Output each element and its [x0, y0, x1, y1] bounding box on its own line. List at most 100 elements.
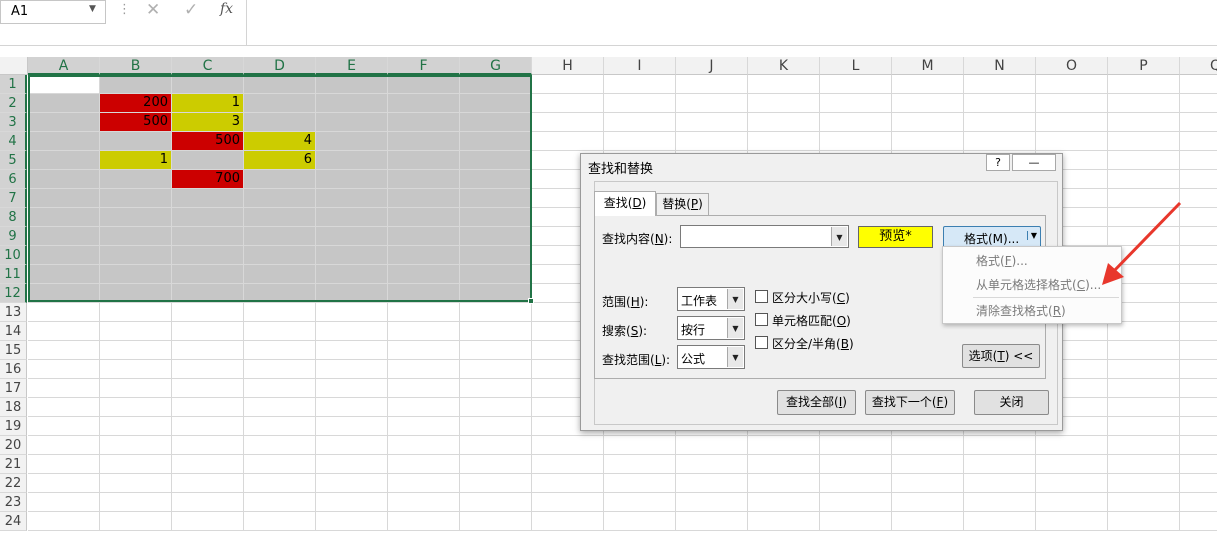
grid-cell[interactable]	[1180, 417, 1217, 436]
grid-cell[interactable]	[28, 417, 100, 436]
grid-cell[interactable]	[820, 512, 892, 531]
grid-cell[interactable]	[748, 474, 820, 493]
grid-cell[interactable]	[532, 94, 604, 113]
chevron-down-icon[interactable]: ▼	[727, 318, 743, 338]
grid-cell[interactable]	[1180, 151, 1217, 170]
grid-cell[interactable]	[1108, 151, 1180, 170]
grid-cell[interactable]	[388, 493, 460, 512]
grid-cell[interactable]	[100, 341, 172, 360]
grid-cell[interactable]	[388, 436, 460, 455]
grid-cell[interactable]	[244, 493, 316, 512]
grid-cell[interactable]	[460, 493, 532, 512]
grid-cell[interactable]	[1108, 379, 1180, 398]
help-button[interactable]: ?	[986, 154, 1010, 171]
grid-cell[interactable]	[532, 132, 604, 151]
fill-handle[interactable]	[528, 298, 534, 304]
row-header[interactable]: 22	[0, 474, 27, 493]
row-header[interactable]: 17	[0, 379, 27, 398]
grid-cell[interactable]	[100, 360, 172, 379]
grid-cell[interactable]	[604, 493, 676, 512]
grid-cell[interactable]	[244, 341, 316, 360]
grid-cell[interactable]	[820, 436, 892, 455]
grid-cell[interactable]	[388, 341, 460, 360]
grid-cell[interactable]	[1036, 94, 1108, 113]
grid-cell[interactable]	[964, 474, 1036, 493]
grid-cell[interactable]	[100, 493, 172, 512]
grid-cell[interactable]	[1180, 113, 1217, 132]
row-header[interactable]: 11	[0, 265, 27, 284]
grid-cell[interactable]	[388, 474, 460, 493]
grid-cell[interactable]	[244, 474, 316, 493]
row-header[interactable]: 8	[0, 208, 27, 227]
grid-cell[interactable]	[388, 417, 460, 436]
grid-cell[interactable]	[964, 94, 1036, 113]
grid-cell[interactable]	[676, 512, 748, 531]
grid-cell[interactable]	[1180, 398, 1217, 417]
grid-cell[interactable]	[244, 512, 316, 531]
match-entire-checkbox[interactable]	[755, 313, 768, 326]
grid-cell[interactable]	[172, 341, 244, 360]
grid-cell[interactable]	[532, 512, 604, 531]
grid-cell[interactable]	[172, 417, 244, 436]
grid-cell[interactable]	[1108, 170, 1180, 189]
grid-cell[interactable]	[964, 512, 1036, 531]
column-header[interactable]: Q	[1180, 57, 1217, 75]
grid-cell[interactable]	[1108, 474, 1180, 493]
row-header[interactable]: 7	[0, 189, 27, 208]
grid-cell[interactable]	[100, 474, 172, 493]
grid-cell[interactable]	[676, 455, 748, 474]
row-header[interactable]: 13	[0, 303, 27, 322]
grid-cell[interactable]	[172, 322, 244, 341]
row-header[interactable]: 1	[0, 75, 27, 94]
find-next-button[interactable]: 查找下一个(F)	[865, 390, 955, 415]
grid-cell[interactable]	[316, 379, 388, 398]
grid-cell[interactable]	[676, 436, 748, 455]
grid-cell[interactable]	[892, 132, 964, 151]
column-header[interactable]: C	[172, 57, 244, 75]
grid-cell[interactable]	[676, 75, 748, 94]
row-header[interactable]: 3	[0, 113, 27, 132]
grid-cell[interactable]	[532, 493, 604, 512]
row-header[interactable]: 6	[0, 170, 27, 189]
grid-cell[interactable]	[748, 512, 820, 531]
grid-cell[interactable]	[1180, 474, 1217, 493]
grid-cell[interactable]	[460, 379, 532, 398]
grid-cell[interactable]	[964, 132, 1036, 151]
grid-cell[interactable]	[388, 455, 460, 474]
search-select[interactable]: 按行 ▼	[677, 316, 745, 340]
options-button[interactable]: 选项(T) <<	[962, 344, 1040, 368]
grid-cell[interactable]	[1108, 455, 1180, 474]
grid-cell[interactable]	[1180, 512, 1217, 531]
row-header[interactable]: 19	[0, 417, 27, 436]
grid-cell[interactable]	[1108, 322, 1180, 341]
grid-cell[interactable]	[100, 417, 172, 436]
chevron-down-icon[interactable]: ▼	[727, 289, 743, 309]
grid-cell[interactable]	[460, 455, 532, 474]
grid-cell[interactable]	[1180, 322, 1217, 341]
chevron-down-icon[interactable]: ▼	[727, 347, 743, 367]
grid-cell[interactable]	[100, 512, 172, 531]
grid-cell[interactable]	[892, 455, 964, 474]
grid-cell[interactable]	[1180, 436, 1217, 455]
row-header[interactable]: 12	[0, 284, 27, 303]
grid-cell[interactable]	[532, 455, 604, 474]
grid-cell[interactable]	[892, 94, 964, 113]
row-header[interactable]: 18	[0, 398, 27, 417]
grid-cell[interactable]	[1180, 360, 1217, 379]
grid-cell[interactable]	[172, 360, 244, 379]
grid-cell[interactable]	[244, 436, 316, 455]
find-all-button[interactable]: 查找全部(I)	[777, 390, 856, 415]
chevron-down-icon[interactable]: ▼	[831, 227, 847, 246]
grid-cell[interactable]	[604, 75, 676, 94]
match-byte-checkbox[interactable]	[755, 336, 768, 349]
grid-cell[interactable]	[388, 303, 460, 322]
grid-cell[interactable]	[604, 474, 676, 493]
grid-cell[interactable]	[820, 94, 892, 113]
chevron-down-icon[interactable]: ▼	[89, 4, 96, 14]
grid-cell[interactable]	[316, 455, 388, 474]
grid-cell[interactable]	[1108, 75, 1180, 94]
grid-cell[interactable]	[388, 379, 460, 398]
grid-cell[interactable]	[244, 360, 316, 379]
grid-cell[interactable]	[1108, 417, 1180, 436]
grid-cell[interactable]	[460, 436, 532, 455]
